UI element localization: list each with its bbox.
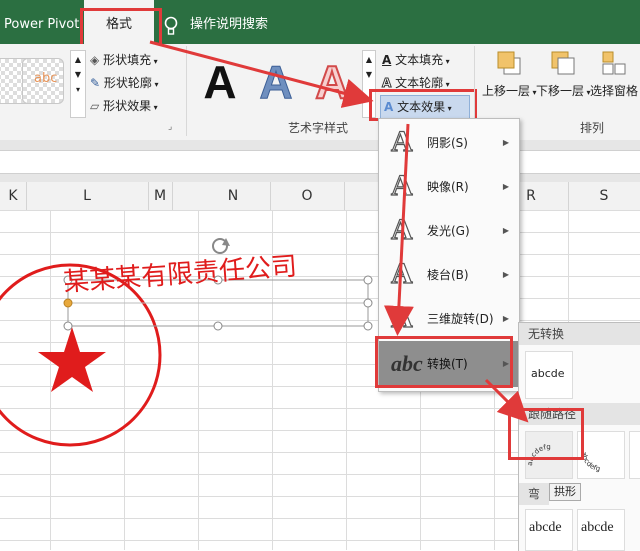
arrow-effects-to-transform — [383, 123, 414, 336]
arrow-format-to-effects — [149, 40, 374, 108]
annotation-arrows — [149, 40, 529, 423]
arrow-transform-to-arch — [484, 378, 529, 423]
